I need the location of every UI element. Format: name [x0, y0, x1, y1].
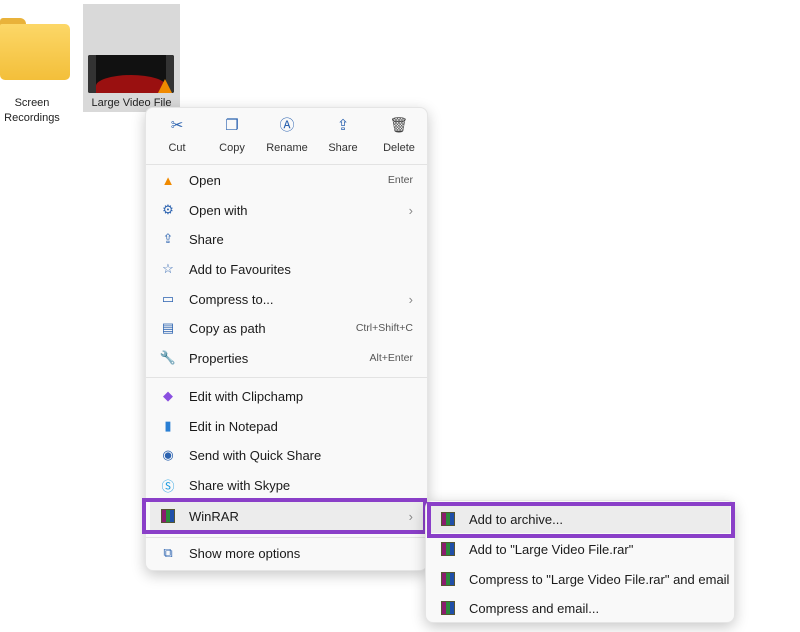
menu-item-properties[interactable]: 🔧 Properties Alt+Enter [150, 344, 423, 372]
highlight-box-winrar [142, 498, 427, 534]
star-icon: ☆ [162, 261, 174, 276]
label: Compress to... [189, 291, 274, 307]
cut-label: Cut [168, 142, 186, 154]
quick-share-icon: ◉ [162, 447, 174, 462]
show-more-icon: ⧉ [163, 545, 173, 560]
label: Edit with Clipchamp [189, 388, 304, 404]
zip-icon: ▭ [161, 291, 175, 306]
share-label: Share [328, 142, 358, 154]
share-button[interactable]: ⇪ Share [315, 116, 371, 154]
open-with-icon: ⚙ [162, 202, 174, 217]
submenu-item-compress-and-email[interactable]: Compress and email... [430, 594, 730, 622]
winrar-icon [440, 541, 456, 557]
menu-item-quick-share[interactable]: ◉ Send with Quick Share [150, 441, 423, 469]
cut-icon: ✂ [170, 117, 184, 134]
folder-label: Screen Recordings [4, 97, 60, 124]
rename-button[interactable]: Ⓐ Rename [259, 116, 315, 154]
label: Compress to "Large Video File.rar" and e… [469, 571, 730, 587]
shortcut: Ctrl+Shift+C [355, 322, 413, 334]
folder-icon[interactable] [0, 18, 70, 80]
copy-label: Copy [219, 142, 245, 154]
label: Send with Quick Share [189, 447, 322, 463]
menu-item-skype[interactable]: Ⓢ Share with Skype [150, 471, 423, 499]
delete-label: Delete [383, 142, 415, 154]
divider [146, 164, 427, 165]
delete-button[interactable]: 🗑 Delete [371, 116, 427, 154]
label: Open [189, 172, 221, 188]
chevron-right-icon: › [408, 291, 413, 307]
label: Compress and email... [469, 600, 600, 616]
submenu-item-add-to-rar[interactable]: Add to "Large Video File.rar" [430, 535, 730, 563]
menu-item-share[interactable]: ⇪ Share [150, 225, 423, 253]
share-icon: ⇪ [336, 117, 350, 134]
menu-item-compress-to[interactable]: ▭ Compress to... › [150, 285, 423, 313]
copy-icon: ❐ [225, 117, 239, 134]
label: Share with Skype [189, 477, 291, 493]
divider [146, 537, 427, 538]
label: Open with [189, 202, 248, 218]
winrar-icon [440, 600, 456, 616]
label: Add to "Large Video File.rar" [469, 541, 634, 557]
clipchamp-icon: ◆ [163, 388, 173, 403]
label: Properties [189, 350, 249, 366]
skype-icon: Ⓢ [161, 478, 175, 494]
submenu-item-compress-to-rar-email[interactable]: Compress to "Large Video File.rar" and e… [430, 565, 730, 593]
video-file-icon [88, 55, 174, 93]
menu-item-open-with[interactable]: ⚙ Open with › [150, 196, 423, 224]
highlight-box-add-to-archive [427, 502, 735, 538]
shortcut: Alt+Enter [369, 352, 413, 364]
share-icon: ⇪ [162, 231, 174, 246]
menu-item-show-more-options[interactable]: ⧉ Show more options [150, 539, 423, 567]
chevron-right-icon: › [408, 202, 413, 218]
label: Show more options [189, 545, 301, 561]
label: Share [189, 231, 224, 247]
menu-item-clipchamp[interactable]: ◆ Edit with Clipchamp [150, 382, 423, 410]
divider [146, 377, 427, 378]
menu-item-notepad[interactable]: ▮ Edit in Notepad [150, 412, 423, 440]
label: Edit in Notepad [189, 418, 278, 434]
shortcut: Enter [387, 174, 413, 186]
rename-label: Rename [266, 142, 308, 154]
label: Add to Favourites [189, 261, 291, 277]
menu-item-add-to-favourites[interactable]: ☆ Add to Favourites [150, 255, 423, 283]
copy-path-icon: ▤ [161, 320, 175, 335]
winrar-icon [440, 571, 456, 587]
wrench-icon: 🔧 [159, 350, 177, 365]
label: Copy as path [189, 320, 266, 336]
copy-button[interactable]: ❐ Copy [204, 116, 260, 154]
vlc-icon: ▲ [161, 172, 175, 188]
menu-item-open[interactable]: ▲ Open Enter [150, 166, 423, 194]
cut-button[interactable]: ✂ Cut [149, 116, 205, 154]
rename-icon: Ⓐ [279, 117, 295, 134]
delete-icon: 🗑 [389, 117, 409, 134]
menu-item-copy-as-path[interactable]: ▤ Copy as path Ctrl+Shift+C [150, 314, 423, 342]
notepad-icon: ▮ [164, 418, 172, 433]
